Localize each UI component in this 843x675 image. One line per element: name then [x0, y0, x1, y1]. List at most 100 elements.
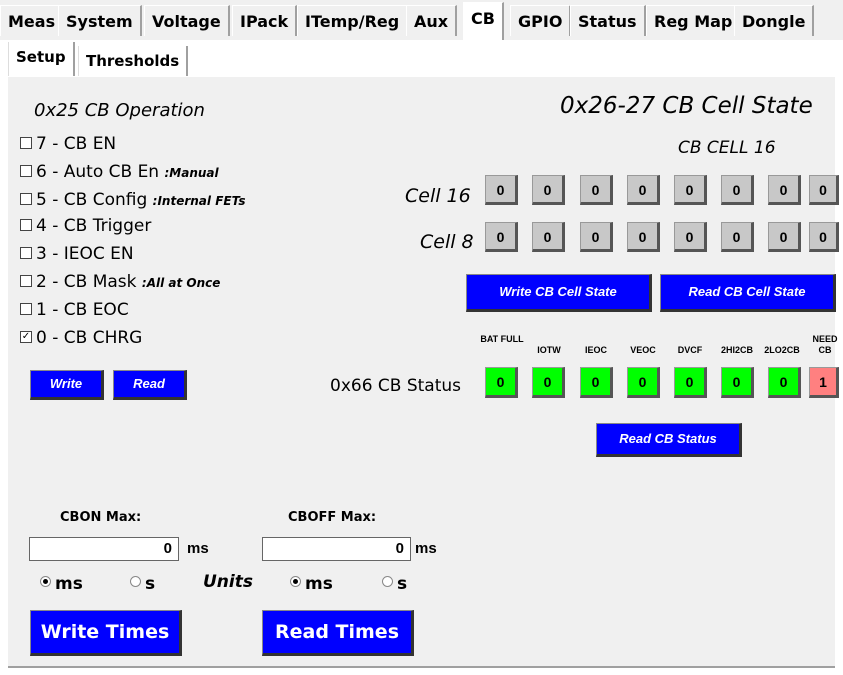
checkbox-label: 4 - CB Trigger [36, 216, 152, 236]
cell-state-bit[interactable]: 0 [627, 222, 660, 252]
cell-state-bit[interactable]: 0 [768, 222, 801, 252]
cbon-max-label: CBON Max: [60, 510, 142, 525]
status-header-bat-full: BAT FULL [480, 334, 524, 344]
status-header-veoc: VEOC [630, 345, 656, 355]
units-label: Units [203, 572, 253, 592]
cb-config-checkbox[interactable]: 5 - CB Config :Internal FETs [20, 190, 246, 210]
tab-status[interactable]: Status [570, 5, 646, 36]
cboff-max-input[interactable]: 0 [262, 537, 411, 561]
checkbox-box[interactable] [20, 137, 32, 149]
cell-state-bit[interactable]: 0 [809, 222, 839, 252]
tab-itemp-reg[interactable]: ITemp/Reg [297, 5, 409, 36]
radio-label: s [397, 574, 408, 594]
panel-border [8, 666, 835, 668]
write-times-button[interactable]: Write Times [30, 610, 182, 656]
cbon-unit: ms [187, 540, 209, 557]
cell-state-bit[interactable]: 0 [674, 222, 707, 252]
status-header-2hi2cb: 2HI2CB [720, 345, 753, 355]
cell-8-label: Cell 8 [420, 231, 474, 253]
cell-state-bit[interactable]: 0 [580, 222, 613, 252]
checkbox-label: 0 - CB CHRG [36, 328, 143, 348]
tab-system[interactable]: System [58, 5, 142, 36]
checkbox-note: :Manual [164, 166, 219, 180]
status-bit: 0 [532, 367, 565, 398]
checkbox-note: :All at Once [141, 276, 221, 290]
radio-icon[interactable] [130, 576, 141, 587]
read-cb-operation-button[interactable]: Read [113, 370, 187, 400]
cell-state-bit[interactable]: 0 [532, 222, 565, 252]
tab-aux[interactable]: Aux [406, 5, 458, 36]
status-bit: 0 [674, 367, 707, 398]
checkbox-label: 5 - CB Config [36, 190, 148, 210]
cell-16-label: Cell 16 [405, 185, 471, 207]
cell-state-bit[interactable]: 0 [721, 175, 754, 205]
radio-selected-icon[interactable] [290, 576, 301, 587]
cb-status-label: 0x66 CB Status [330, 376, 462, 396]
radio-icon[interactable] [382, 576, 393, 587]
cbon-max-input[interactable]: 0 [29, 537, 179, 561]
radio-label: s [145, 574, 156, 594]
subtab-thresholds[interactable]: Thresholds [78, 46, 189, 76]
cbon-ms-radio[interactable]: ms [40, 574, 83, 594]
auto-cb-en-checkbox[interactable]: 6 - Auto CB En :Manual [20, 162, 219, 182]
status-bit: 0 [627, 367, 660, 398]
checkbox-box[interactable] [20, 219, 32, 231]
cbon-s-radio[interactable]: s [130, 574, 155, 594]
checkbox-checked-icon[interactable]: ✓ [20, 331, 32, 343]
cell-state-bit[interactable]: 0 [485, 175, 518, 205]
cb-chrg-checkbox[interactable]: ✓ 0 - CB CHRG [20, 328, 142, 348]
status-header-ieoc: IEOC [584, 345, 607, 355]
checkbox-label: 7 - CB EN [36, 134, 117, 154]
checkbox-label: 6 - Auto CB En [36, 162, 160, 182]
write-cb-cell-state-button[interactable]: Write CB Cell State [466, 274, 652, 312]
cell-state-bit[interactable]: 0 [627, 175, 660, 205]
cboff-ms-radio[interactable]: ms [290, 574, 333, 594]
tab-ipack[interactable]: IPack [232, 5, 298, 36]
sub-tab-bar: Setup Thresholds [8, 40, 835, 76]
status-header-2lo2cb: 2LO2CB [764, 345, 800, 355]
cell-state-bit[interactable]: 0 [674, 175, 707, 205]
write-cb-operation-button[interactable]: Write [30, 370, 104, 400]
status-bit: 0 [721, 367, 754, 398]
cell-state-bit[interactable]: 0 [485, 222, 518, 252]
radio-selected-icon[interactable] [40, 576, 51, 587]
radio-label: ms [55, 574, 83, 594]
status-bit: 0 [580, 367, 613, 398]
tab-reg-map[interactable]: Reg Map [646, 5, 742, 36]
status-header-iotw: IOTW [537, 345, 561, 355]
checkbox-box[interactable] [20, 165, 32, 177]
cb-trigger-checkbox[interactable]: 4 - CB Trigger [20, 216, 151, 236]
cb-en-checkbox[interactable]: 7 - CB EN [20, 134, 116, 154]
ieoc-en-checkbox[interactable]: 3 - IEOC EN [20, 244, 134, 264]
cell-state-bit[interactable]: 0 [721, 222, 754, 252]
cb-eoc-checkbox[interactable]: 1 - CB EOC [20, 300, 129, 320]
cell-state-bit[interactable]: 0 [532, 175, 565, 205]
checkbox-note: :Internal FETs [152, 194, 246, 208]
tab-dongle[interactable]: Dongle [734, 5, 815, 36]
checkbox-label: 2 - CB Mask [36, 272, 137, 292]
cboff-s-radio[interactable]: s [382, 574, 407, 594]
status-header-dvcf: DVCF [677, 345, 703, 355]
subtab-setup[interactable]: Setup [8, 42, 75, 76]
read-times-button[interactable]: Read Times [262, 610, 414, 656]
tab-meas[interactable]: Meas [0, 5, 65, 36]
status-bit: 0 [485, 367, 518, 398]
read-cb-cell-state-button[interactable]: Read CB Cell State [660, 274, 836, 312]
cell-state-subtitle: CB CELL 16 [678, 138, 776, 158]
main-tab-bar: Meas System Voltage IPack ITemp/Reg Aux … [0, 0, 843, 40]
read-cb-status-button[interactable]: Read CB Status [596, 423, 742, 457]
status-bit-need-cb: 1 [809, 367, 839, 398]
checkbox-box[interactable] [20, 275, 32, 287]
tab-gpio[interactable]: GPIO [510, 5, 572, 36]
cell-state-bit[interactable]: 0 [768, 175, 801, 205]
cboff-max-label: CBOFF Max: [288, 510, 377, 525]
checkbox-box[interactable] [20, 247, 32, 259]
cb-mask-checkbox[interactable]: 2 - CB Mask :All at Once [20, 272, 220, 292]
cell-state-title: 0x26-27 CB Cell State [560, 93, 813, 119]
checkbox-box[interactable] [20, 193, 32, 205]
cell-state-bit[interactable]: 0 [580, 175, 613, 205]
tab-voltage[interactable]: Voltage [144, 5, 230, 36]
checkbox-box[interactable] [20, 303, 32, 315]
tab-cb[interactable]: CB [463, 2, 504, 40]
cell-state-bit[interactable]: 0 [809, 175, 839, 205]
